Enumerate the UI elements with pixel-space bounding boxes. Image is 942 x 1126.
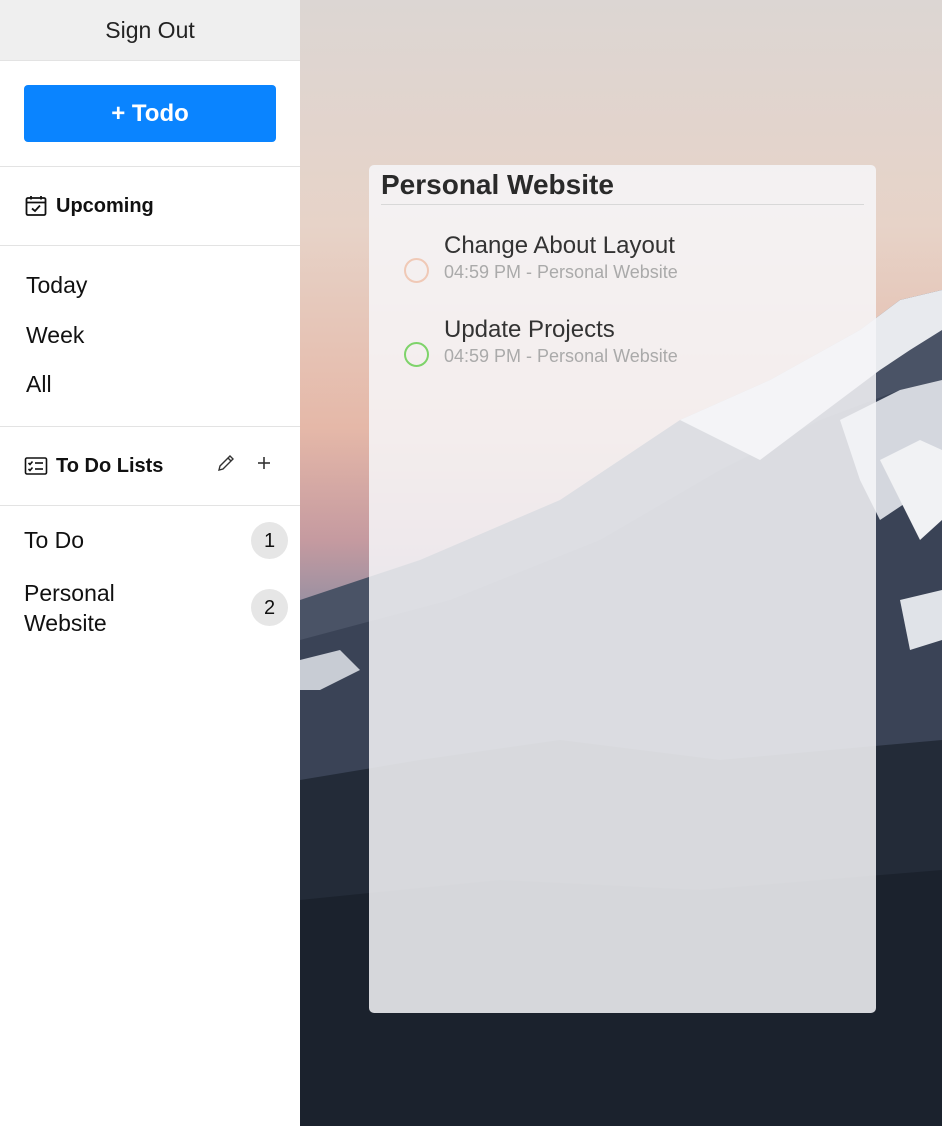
plus-icon[interactable] bbox=[256, 455, 272, 471]
filter-list: Today Week All bbox=[0, 246, 300, 427]
task-name: Change About Layout bbox=[444, 232, 675, 259]
task-checkbox[interactable] bbox=[404, 342, 429, 367]
add-todo-section: + Todo bbox=[0, 61, 300, 167]
task-meta: 04:59 PM - Personal Website bbox=[444, 262, 678, 282]
list-count-badge: 1 bbox=[251, 522, 288, 559]
filter-today[interactable]: Today bbox=[0, 272, 300, 322]
list-item-personal-website[interactable]: Personal Website 2 bbox=[0, 578, 300, 638]
upcoming-label: Upcoming bbox=[56, 194, 154, 217]
list-count-badge: 2 bbox=[251, 589, 288, 626]
main-area: Personal Website Change About Layout 04:… bbox=[300, 0, 942, 1126]
list-item-todo[interactable]: To Do 1 bbox=[0, 522, 300, 575]
pencil-icon[interactable] bbox=[216, 453, 236, 473]
list-card: Personal Website Change About Layout 04:… bbox=[369, 165, 876, 1013]
filter-all[interactable]: All bbox=[0, 371, 300, 421]
calendar-check-icon bbox=[24, 194, 48, 218]
task-item[interactable]: Update Projects 04:59 PM - Personal Webs… bbox=[381, 315, 864, 399]
task-name: Update Projects bbox=[444, 316, 615, 343]
filter-week[interactable]: Week bbox=[0, 322, 300, 372]
sidebar: Sign Out + Todo Upcoming Today Week All bbox=[0, 0, 300, 1126]
list-item-label: Personal Website bbox=[24, 580, 115, 636]
upcoming-header[interactable]: Upcoming bbox=[0, 167, 300, 246]
card-title: Personal Website bbox=[381, 165, 864, 205]
todo-lists-header: To Do Lists bbox=[0, 427, 300, 506]
sign-out-button[interactable]: Sign Out bbox=[0, 0, 300, 61]
todo-lists-label: To Do Lists bbox=[56, 454, 164, 477]
list-item-label: To Do bbox=[24, 527, 85, 553]
task-checkbox[interactable] bbox=[404, 258, 429, 283]
add-todo-button[interactable]: + Todo bbox=[24, 85, 276, 142]
task-meta: 04:59 PM - Personal Website bbox=[444, 346, 678, 366]
checklist-icon bbox=[24, 454, 48, 478]
task-item[interactable]: Change About Layout 04:59 PM - Personal … bbox=[381, 231, 864, 315]
todo-lists-actions bbox=[216, 453, 272, 473]
